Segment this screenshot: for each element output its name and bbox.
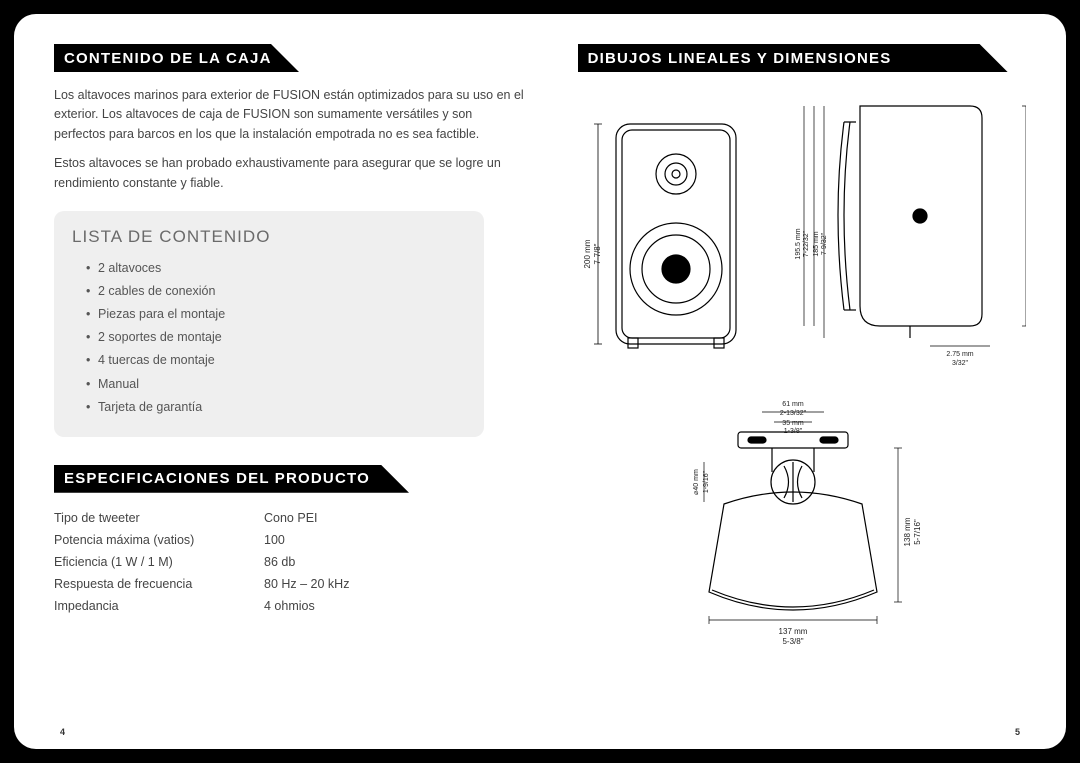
drawing-top-view: 61 mm 2-13/32" 35 mm 1-3/8" ⌀40 mm 1-9/1… bbox=[652, 392, 952, 652]
specs-table: Tipo de tweeterCono PEI Potencia máxima … bbox=[54, 507, 349, 617]
dim-side-h-mm: 195.5 mm bbox=[795, 228, 802, 259]
dim-top-d-mm: 138 mm bbox=[903, 517, 912, 546]
dim-top-slot2-in: 1-3/8" bbox=[784, 428, 803, 435]
dim-side-depth-mm: 185 mm bbox=[813, 231, 820, 256]
heading-box-contents-label: CONTENIDO DE LA CAJA bbox=[54, 50, 272, 67]
drawings-row-front-side: 200 mm 7-7/8" bbox=[578, 94, 1026, 374]
list-item: 4 tuercas de montaje bbox=[86, 349, 466, 372]
list-item: 2 soportes de montaje bbox=[86, 326, 466, 349]
dim-top-w-mm: 137 mm bbox=[778, 627, 807, 636]
dim-front-height-in: 7-7/8" bbox=[593, 243, 602, 264]
heading-drawings-label: DIBUJOS LINEALES Y DIMENSIONES bbox=[578, 50, 892, 67]
spec-key: Respuesta de frecuencia bbox=[54, 573, 264, 595]
spec-key: Eficiencia (1 W / 1 M) bbox=[54, 551, 264, 573]
dim-front-height-mm: 200 mm bbox=[583, 239, 592, 268]
list-item: 2 altavoces bbox=[86, 257, 466, 280]
page-number-left: 4 bbox=[60, 727, 65, 737]
dim-knob-dia-in: 1-9/16" bbox=[703, 470, 710, 493]
intro-paragraph-1: Los altavoces marinos para exterior de F… bbox=[54, 86, 524, 144]
page-frame: CONTENIDO DE LA CAJA Los altavoces marin… bbox=[0, 0, 1080, 763]
dim-top-w-in: 5-3/8" bbox=[782, 637, 803, 646]
specs-section: ESPECIFICACIONES DEL PRODUCTO Tipo de tw… bbox=[54, 465, 550, 617]
spec-val: 80 Hz – 20 kHz bbox=[264, 573, 349, 595]
drawings-area: 200 mm 7-7/8" bbox=[578, 94, 1026, 652]
spec-val: 100 bbox=[264, 529, 349, 551]
table-row: Impedancia4 ohmios bbox=[54, 595, 349, 617]
list-item: Manual bbox=[86, 373, 466, 396]
heading-specs-label: ESPECIFICACIONES DEL PRODUCTO bbox=[54, 470, 370, 487]
dim-bracket-gap-in: 3/32" bbox=[952, 360, 969, 367]
contents-list: 2 altavoces 2 cables de conexión Piezas … bbox=[72, 257, 466, 419]
drawings-row-top: 61 mm 2-13/32" 35 mm 1-3/8" ⌀40 mm 1-9/1… bbox=[578, 392, 1026, 652]
intro-paragraph-2: Estos altavoces se han probado exhaustiv… bbox=[54, 154, 524, 193]
dim-top-slot-mm: 61 mm bbox=[782, 401, 804, 408]
dim-knob-dia-mm: ⌀40 mm bbox=[693, 469, 700, 495]
spec-val: 4 ohmios bbox=[264, 595, 349, 617]
dim-top-slot2-mm: 35 mm bbox=[782, 420, 804, 427]
dim-top-d-in: 5-7/16" bbox=[913, 519, 922, 545]
list-item: Tarjeta de garantía bbox=[86, 396, 466, 419]
dim-top-slot-in: 2-13/32" bbox=[780, 410, 807, 417]
paper-sheet: CONTENIDO DE LA CAJA Los altavoces marin… bbox=[14, 14, 1066, 749]
table-row: Eficiencia (1 W / 1 M)86 db bbox=[54, 551, 349, 573]
drawing-side-view: 195.5 mm 7-22/32" 185 mm 7-9/32" 200 mm … bbox=[790, 94, 1026, 374]
dim-side-h-in: 7-22/32" bbox=[803, 230, 810, 257]
spec-val: Cono PEI bbox=[264, 507, 349, 529]
page-content: CONTENIDO DE LA CAJA Los altavoces marin… bbox=[14, 14, 1066, 749]
spec-val: 86 db bbox=[264, 551, 349, 573]
spec-key: Potencia máxima (vatios) bbox=[54, 529, 264, 551]
heading-box-contents: CONTENIDO DE LA CAJA bbox=[54, 44, 550, 72]
page-number-right: 5 bbox=[1015, 727, 1020, 737]
heading-drawings: DIBUJOS LINEALES Y DIMENSIONES bbox=[578, 44, 1026, 72]
dim-side-depth-in: 7-9/32" bbox=[821, 232, 828, 255]
heading-specs: ESPECIFICACIONES DEL PRODUCTO bbox=[54, 465, 550, 493]
list-item: Piezas para el montaje bbox=[86, 303, 466, 326]
left-column: CONTENIDO DE LA CAJA Los altavoces marin… bbox=[54, 44, 550, 725]
right-column: DIBUJOS LINEALES Y DIMENSIONES bbox=[578, 44, 1026, 725]
contents-list-card: LISTA DE CONTENIDO 2 altavoces 2 cables … bbox=[54, 211, 484, 437]
spec-key: Tipo de tweeter bbox=[54, 507, 264, 529]
spec-key: Impedancia bbox=[54, 595, 264, 617]
table-row: Respuesta de frecuencia80 Hz – 20 kHz bbox=[54, 573, 349, 595]
dim-bracket-gap-mm: 2.75 mm bbox=[946, 351, 973, 358]
contents-list-title: LISTA DE CONTENIDO bbox=[72, 227, 466, 247]
drawing-front-view: 200 mm 7-7/8" bbox=[578, 114, 750, 374]
table-row: Potencia máxima (vatios)100 bbox=[54, 529, 349, 551]
table-row: Tipo de tweeterCono PEI bbox=[54, 507, 349, 529]
list-item: 2 cables de conexión bbox=[86, 280, 466, 303]
